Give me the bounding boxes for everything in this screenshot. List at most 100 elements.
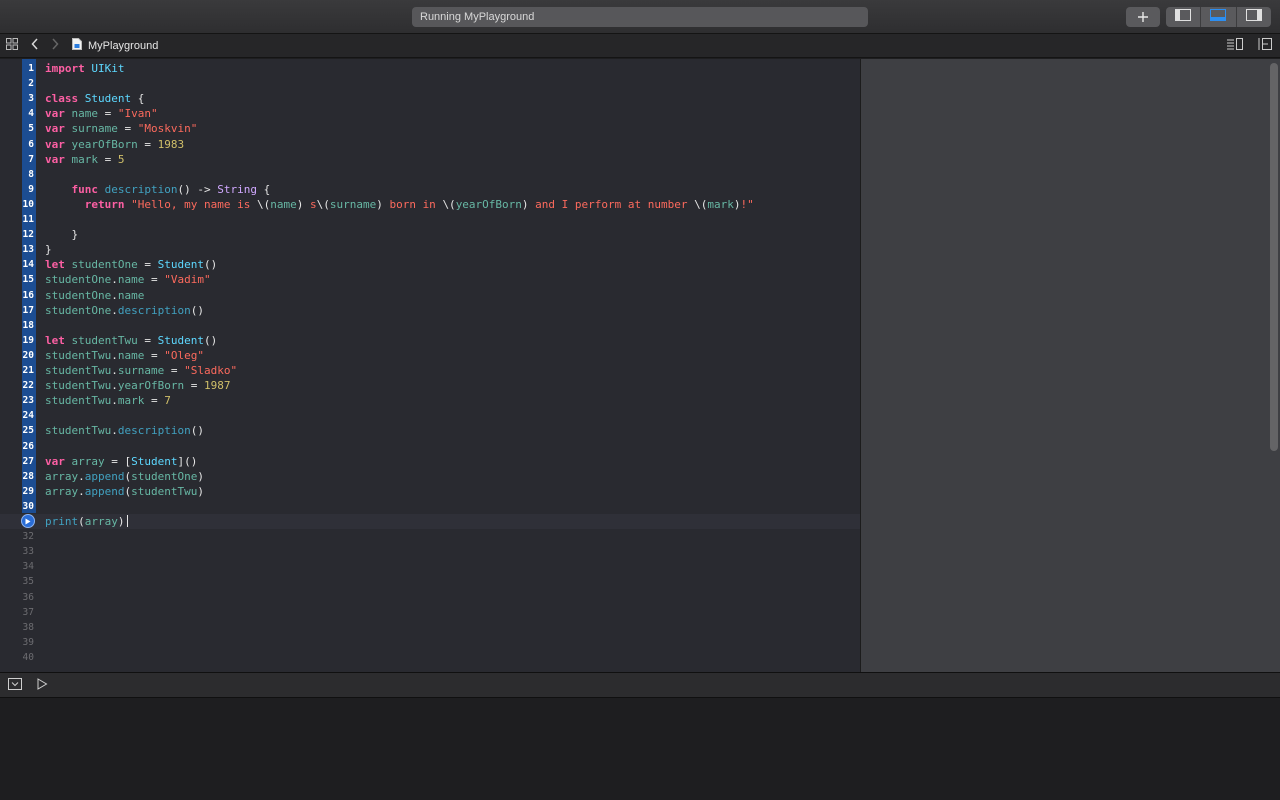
code-line[interactable]: 13}	[0, 242, 860, 257]
code-line[interactable]: 22 studentTwu.yearOfBorn = 1987	[0, 378, 860, 393]
code-line[interactable]: print(array)	[0, 514, 860, 529]
add-button[interactable]	[1126, 7, 1160, 27]
forward-button[interactable]	[51, 34, 59, 58]
code-text: let studentTwu = Student()	[45, 333, 218, 347]
line-number: 9	[28, 183, 34, 195]
code-line[interactable]: 34	[0, 559, 860, 574]
code-text: array.append(studentTwu)	[45, 484, 204, 498]
code-line[interactable]: 38	[0, 620, 860, 635]
code-line[interactable]: 39	[0, 635, 860, 650]
code-line[interactable]: 25 studentTwu.description()	[0, 423, 860, 438]
code-line[interactable]: 4 var name = "Ivan"	[0, 106, 860, 121]
panel-toggle-group	[1166, 7, 1271, 27]
code-line[interactable]: 36	[0, 590, 860, 605]
code-line[interactable]: 17 studentOne.description()	[0, 303, 860, 318]
line-number: 22	[22, 380, 34, 392]
play-outline-icon	[36, 677, 48, 695]
code-line[interactable]: 5 var surname = "Moskvin"	[0, 121, 860, 136]
code-line[interactable]: 29 array.append(studentTwu)	[0, 484, 860, 499]
chevron-left-icon	[31, 37, 39, 55]
line-number: 5	[28, 123, 34, 135]
code-line[interactable]: 7 var mark = 5	[0, 152, 860, 167]
line-number: 16	[22, 289, 34, 301]
code-text: class Student {	[45, 92, 145, 106]
line-number: 25	[22, 425, 34, 437]
code-line[interactable]: 3 class Student {	[0, 91, 860, 106]
line-number: 39	[22, 636, 34, 648]
code-line[interactable]: 21 studentTwu.surname = "Sladko"	[0, 363, 860, 378]
console-output[interactable]	[0, 698, 1280, 800]
code-line[interactable]: 12 }	[0, 227, 860, 242]
editor-options-button[interactable]	[1226, 34, 1244, 58]
breadcrumb[interactable]: MyPlayground	[72, 34, 158, 58]
right-panel-icon	[1245, 8, 1262, 26]
line-number: 32	[22, 531, 34, 543]
hide-debug-area-button[interactable]	[8, 674, 22, 698]
toggle-inspector-button[interactable]	[1237, 7, 1271, 27]
code-line[interactable]: 26	[0, 439, 860, 454]
code-line[interactable]: 15 studentOne.name = "Vadim"	[0, 272, 860, 287]
code-text: print(array)	[45, 514, 128, 529]
code-line[interactable]: 19 let studentTwu = Student()	[0, 333, 860, 348]
code-line[interactable]: 2	[0, 76, 860, 91]
code-text: var yearOfBorn = 1983	[45, 137, 185, 151]
line-number: 29	[22, 485, 34, 497]
code-line[interactable]: 1 import UIKit	[0, 61, 860, 76]
line-number: 20	[22, 349, 34, 361]
line-number: 15	[22, 274, 34, 286]
line-number: 38	[22, 621, 34, 633]
code-line[interactable]: 18	[0, 318, 860, 333]
code-line[interactable]: 27 var array = [Student]()	[0, 454, 860, 469]
code-line[interactable]: 28 array.append(studentOne)	[0, 469, 860, 484]
vertical-scrollbar[interactable]	[1270, 63, 1278, 451]
bottom-panel-icon	[1210, 8, 1227, 26]
code-text: array.append(studentOne)	[45, 469, 204, 483]
code-line[interactable]: 40	[0, 650, 860, 665]
code-line[interactable]: 10 return "Hello, my name is \(name) s\(…	[0, 197, 860, 212]
back-button[interactable]	[31, 34, 39, 58]
line-number: 40	[22, 651, 34, 663]
line-number: 3	[28, 93, 34, 105]
line-number: 6	[28, 138, 34, 150]
line-number: 33	[22, 546, 34, 558]
toggle-navigator-button[interactable]	[1166, 7, 1202, 27]
code-text: studentTwu.mark = 7	[45, 394, 171, 408]
code-line[interactable]: 9 func description() -> String {	[0, 182, 860, 197]
toggle-debug-area-button[interactable]	[1201, 7, 1237, 27]
line-number: 28	[22, 470, 34, 482]
code-line[interactable]: 24	[0, 408, 860, 423]
code-text: var surname = "Moskvin"	[45, 122, 198, 136]
code-text: let studentOne = Student()	[45, 258, 218, 272]
line-number: 4	[28, 108, 34, 120]
line-number: 19	[22, 334, 34, 346]
code-line[interactable]: 8	[0, 167, 860, 182]
code-line[interactable]: 32	[0, 529, 860, 544]
run-to-line-button[interactable]	[21, 514, 35, 528]
related-items-button[interactable]	[6, 34, 18, 58]
code-text: studentTwu.surname = "Sladko"	[45, 364, 238, 377]
code-line[interactable]: 20 studentTwu.name = "Oleg"	[0, 348, 860, 363]
line-number: 34	[22, 561, 34, 573]
line-number: 7	[28, 153, 34, 165]
code-line[interactable]: 14 let studentOne = Student()	[0, 257, 860, 272]
run-playground-button[interactable]	[36, 674, 48, 698]
code-line[interactable]: 30	[0, 499, 860, 514]
code-line[interactable]: 33	[0, 544, 860, 559]
line-number: 21	[22, 365, 34, 376]
line-number: 1	[28, 63, 34, 74]
left-panel-icon	[1175, 8, 1192, 26]
jump-bar: MyPlayground	[0, 34, 1280, 58]
source-editor[interactable]: 1 import UIKit 2 3 class Student {4 var name …	[0, 59, 860, 672]
code-line[interactable]: 37	[0, 605, 860, 620]
code-line[interactable]: 23 studentTwu.mark = 7	[0, 393, 860, 408]
code-text: studentOne.description()	[45, 303, 204, 317]
window-toolbar: Running MyPlayground	[0, 0, 1280, 34]
assistant-editor-button[interactable]	[1258, 34, 1272, 58]
code-text: }	[45, 228, 79, 242]
code-line[interactable]: 6 var yearOfBorn = 1983	[0, 137, 860, 152]
code-line[interactable]: 16 studentOne.name	[0, 288, 860, 303]
code-text: var array = [Student]()	[45, 454, 198, 468]
code-line[interactable]: 35	[0, 574, 860, 589]
line-number: 11	[22, 214, 34, 225]
code-line[interactable]: 11	[0, 212, 860, 227]
